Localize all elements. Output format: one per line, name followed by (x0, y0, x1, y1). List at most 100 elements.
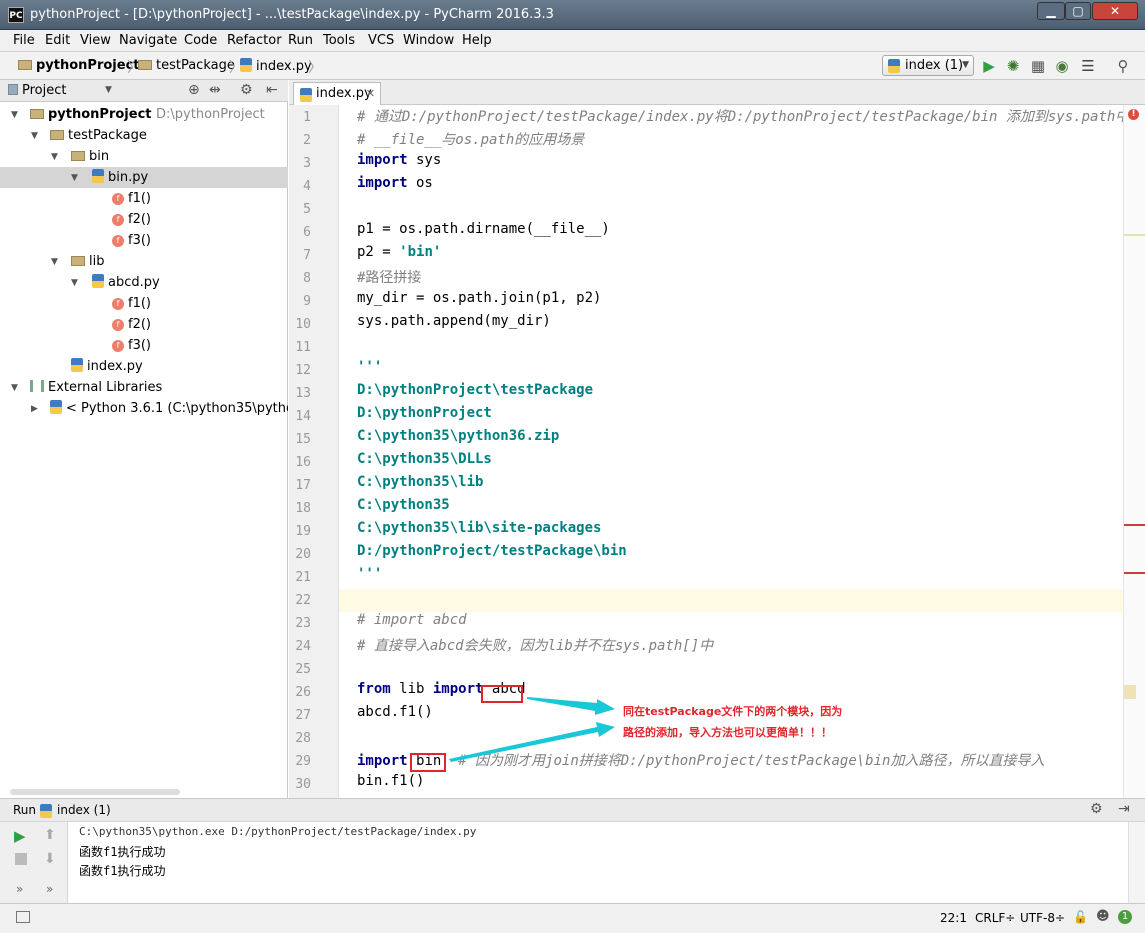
search-icon[interactable]: ⚲ (1114, 57, 1132, 75)
folder-icon (71, 256, 85, 266)
console-line: 函数f1执行成功 (79, 845, 166, 859)
menu-vcs[interactable]: VCS (368, 33, 394, 48)
tree-item-function[interactable]: f f2() (112, 209, 151, 230)
notifications-badge[interactable]: 1 (1118, 910, 1132, 924)
breadcrumb-file[interactable]: index.py (240, 58, 312, 74)
minimize-button[interactable]: ▁ (1037, 2, 1065, 20)
menu-navigate[interactable]: Navigate (119, 33, 177, 48)
menu-run[interactable]: Run (288, 33, 313, 48)
profile-icon[interactable]: ◉ (1053, 57, 1071, 75)
tree-item-bin-py[interactable]: bin.py (92, 167, 148, 188)
hide-panel-icon[interactable]: ⇤ (266, 82, 278, 98)
expand-arrow-icon[interactable]: ▼ (71, 278, 78, 288)
inspector-icon[interactable]: ☻ (1096, 909, 1110, 924)
error-mark[interactable] (1124, 524, 1145, 526)
horizontal-scrollbar[interactable] (10, 789, 180, 795)
close-button[interactable]: ✕ (1092, 2, 1138, 20)
menu-bar: File Edit View Navigate Code Refactor Ru… (0, 30, 1145, 52)
breadcrumb-project[interactable]: pythonProject (18, 58, 140, 73)
menu-refactor[interactable]: Refactor (227, 33, 282, 48)
line-separator[interactable]: CRLF÷ (975, 911, 1015, 925)
run-panel-label[interactable]: Run (13, 803, 36, 817)
tree-item-pythonproject[interactable]: pythonProject D:\pythonProject (30, 104, 265, 125)
expand-arrow-icon[interactable]: ▼ (51, 257, 58, 267)
menu-help[interactable]: Help (462, 33, 492, 48)
expand-arrow-icon[interactable]: ▼ (31, 131, 38, 141)
menu-window[interactable]: Window (403, 33, 454, 48)
function-icon: f (112, 235, 124, 247)
close-tab-icon[interactable]: ✕ (366, 83, 375, 105)
menu-view[interactable]: View (80, 33, 111, 48)
scroll-from-source-icon[interactable]: ⊕ (188, 82, 200, 98)
collapse-arrow-icon[interactable]: ▶ (31, 404, 38, 414)
tree-item-bin[interactable]: bin (71, 146, 109, 167)
arrow-to-abcd (527, 697, 615, 715)
run-icon[interactable]: ▶ (980, 57, 998, 75)
tree-item-function[interactable]: f f1() (112, 293, 151, 314)
project-view-label[interactable]: Project (22, 83, 66, 98)
chevron-down-icon[interactable]: ▼ (105, 85, 112, 95)
line-number: 17 (295, 478, 311, 493)
folder-icon (50, 130, 64, 140)
gear-icon[interactable]: ⚙ (1090, 801, 1103, 817)
maximize-button[interactable]: ▢ (1065, 2, 1091, 20)
tree-item-lib[interactable]: lib (71, 251, 104, 272)
tab-index-py[interactable]: index.py ✕ (293, 82, 381, 105)
tool-window-toggle-icon[interactable] (16, 911, 30, 923)
file-encoding[interactable]: UTF-8÷ (1020, 911, 1065, 925)
up-arrow-icon[interactable]: ⬆ (44, 827, 56, 843)
warning-mark[interactable] (1124, 685, 1136, 699)
caret-position[interactable]: 22:1 (940, 911, 967, 925)
lock-icon[interactable]: 🔓 (1073, 910, 1088, 924)
line-number: 8 (303, 271, 311, 286)
run-config-name[interactable]: index (1) (57, 803, 111, 817)
line-number: 6 (303, 225, 311, 240)
menu-code[interactable]: Code (184, 33, 217, 48)
error-indicator-icon[interactable]: ! (1128, 109, 1139, 120)
error-mark[interactable] (1124, 572, 1145, 574)
tree-item-function[interactable]: f f3() (112, 230, 151, 251)
tree-item-function[interactable]: f f3() (112, 335, 151, 356)
tree-item-testpackage[interactable]: testPackage (50, 125, 147, 146)
expand-arrow-icon[interactable]: ▼ (71, 173, 78, 183)
error-stripe[interactable]: ! (1123, 105, 1145, 798)
stop-icon[interactable] (15, 853, 27, 865)
menu-tools[interactable]: Tools (323, 33, 355, 48)
tree-item-python-sdk[interactable]: < Python 3.6.1 (C:\python35\python.ex (50, 398, 288, 419)
code-editor[interactable]: # 通过D:/pythonProject/testPackage/index.p… (339, 105, 1123, 798)
gear-icon[interactable]: ⚙ (240, 82, 253, 98)
tree-item-index-py[interactable]: index.py (71, 356, 143, 377)
more-icon[interactable]: » (16, 882, 23, 896)
console-scrollbar[interactable] (1128, 822, 1145, 903)
run-console-output[interactable]: C:\python35\python.exe D:/pythonProject/… (68, 822, 1128, 903)
warning-mark[interactable] (1124, 234, 1145, 236)
collapse-all-icon[interactable]: ⇹ (209, 82, 221, 98)
run-config-dropdown[interactable]: index (1) ▼ (882, 55, 974, 76)
menu-edit[interactable]: Edit (45, 33, 70, 48)
hide-panel-icon[interactable]: ⇥ (1118, 801, 1130, 817)
expand-arrow-icon[interactable]: ▼ (51, 152, 58, 162)
line-number: 2 (303, 133, 311, 148)
line-number: 29 (295, 754, 311, 769)
line-number: 10 (295, 317, 311, 332)
python-file-icon (888, 59, 900, 73)
tree-item-function[interactable]: f f1() (112, 188, 151, 209)
tree-item-abcd-py[interactable]: abcd.py (92, 272, 160, 293)
line-number: 30 (295, 777, 311, 792)
tree-item-external-libraries[interactable]: External Libraries (30, 377, 162, 398)
line-number: 13 (295, 386, 311, 401)
breadcrumb-testpackage[interactable]: testPackage (138, 58, 235, 73)
function-icon: f (112, 193, 124, 205)
menu-file[interactable]: File (13, 33, 35, 48)
title-bar: PC pythonProject - [D:\pythonProject] - … (0, 0, 1145, 30)
down-arrow-icon[interactable]: ⬇ (44, 851, 56, 867)
build-icon[interactable]: ☰ (1079, 57, 1097, 75)
expand-arrow-icon[interactable]: ▼ (11, 110, 18, 120)
debug-icon[interactable]: ✺ (1004, 57, 1022, 75)
more-icon[interactable]: » (46, 882, 53, 896)
coverage-icon[interactable]: ▦ (1029, 57, 1047, 75)
rerun-icon[interactable]: ▶ (14, 827, 26, 845)
line-number: 25 (295, 662, 311, 677)
expand-arrow-icon[interactable]: ▼ (11, 383, 18, 393)
tree-item-function[interactable]: f f2() (112, 314, 151, 335)
